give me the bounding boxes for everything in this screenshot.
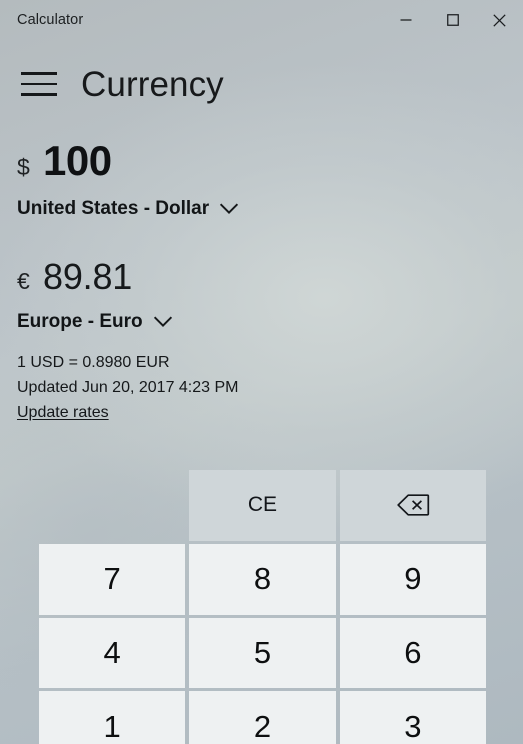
digit-7-button[interactable]: 7 bbox=[39, 543, 186, 615]
close-icon bbox=[493, 13, 506, 27]
updated-timestamp: Updated Jun 20, 2017 4:23 PM bbox=[17, 378, 239, 396]
digit-4-button[interactable]: 4 bbox=[39, 617, 186, 689]
window-title: Calculator bbox=[17, 11, 84, 28]
from-currency-selector[interactable]: United States - Dollar bbox=[17, 199, 239, 218]
digit-1-button[interactable]: 1 bbox=[39, 691, 186, 744]
close-button[interactable] bbox=[476, 0, 523, 40]
conversion-display: $ 100 United States - Dollar € 89.81 Eur… bbox=[0, 140, 523, 425]
exchange-rate-line: 1 USD = 0.8980 EUR bbox=[17, 354, 170, 371]
hamburger-line bbox=[21, 72, 57, 75]
hamburger-line bbox=[21, 93, 57, 96]
digit-6-button[interactable]: 6 bbox=[339, 617, 486, 689]
digit-9-button[interactable]: 9 bbox=[339, 543, 486, 615]
maximize-button[interactable] bbox=[429, 0, 476, 40]
digit-2-button[interactable]: 2 bbox=[189, 691, 336, 744]
display-divider bbox=[17, 218, 523, 259]
minimize-button[interactable] bbox=[382, 0, 429, 40]
digit-8-button[interactable]: 8 bbox=[189, 543, 336, 615]
from-amount-value: 100 bbox=[43, 137, 112, 184]
app-header: Currency bbox=[0, 56, 523, 112]
backspace-button[interactable] bbox=[339, 470, 486, 541]
to-currency-label: Europe - Euro bbox=[17, 311, 143, 332]
calculator-window: Calculator Currency $ 100 United States … bbox=[0, 0, 523, 744]
digit-5-button[interactable]: 5 bbox=[189, 617, 336, 689]
to-value-row[interactable]: € 89.81 bbox=[17, 259, 523, 295]
update-rates-link[interactable]: Update rates bbox=[17, 401, 109, 426]
hamburger-line bbox=[21, 82, 57, 86]
from-value-row[interactable]: $ 100 bbox=[17, 140, 523, 182]
to-currency-symbol: € bbox=[17, 268, 30, 294]
to-amount-value: 89.81 bbox=[43, 256, 133, 297]
page-title: Currency bbox=[81, 64, 224, 104]
from-currency-label: United States - Dollar bbox=[17, 198, 210, 219]
digit-3-button[interactable]: 3 bbox=[339, 691, 486, 744]
minimize-icon bbox=[400, 19, 411, 21]
numeric-keypad: CE 7 8 9 4 5 6 1 2 3 bbox=[39, 470, 486, 744]
window-controls bbox=[382, 0, 523, 40]
chevron-down-icon bbox=[220, 203, 239, 214]
backspace-icon bbox=[397, 494, 429, 517]
chevron-down-icon bbox=[153, 316, 172, 327]
keypad-spacer bbox=[39, 470, 185, 541]
from-currency-symbol: $ bbox=[17, 154, 30, 180]
clear-entry-button[interactable]: CE bbox=[189, 470, 336, 541]
maximize-icon bbox=[446, 14, 459, 26]
hamburger-icon[interactable] bbox=[15, 60, 63, 108]
title-bar: Calculator bbox=[0, 0, 523, 40]
to-currency-selector[interactable]: Europe - Euro bbox=[17, 312, 173, 331]
rate-info: 1 USD = 0.8980 EUR Updated Jun 20, 2017 … bbox=[17, 351, 523, 401]
